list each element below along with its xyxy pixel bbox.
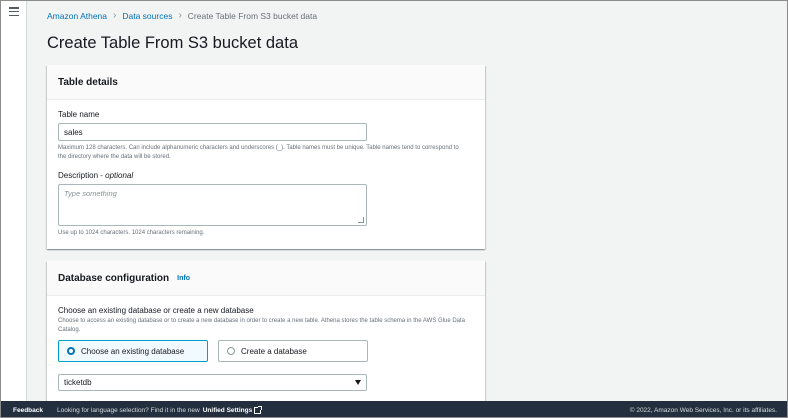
language-prompt: Looking for language selection? Find it … xyxy=(57,406,200,414)
table-details-panel: Table details Table name sales Maximum 1… xyxy=(47,65,485,249)
optional-tag: optional xyxy=(105,171,134,180)
database-select-value: ticketdb xyxy=(64,378,92,387)
resize-handle-icon[interactable] xyxy=(358,217,364,223)
database-select[interactable]: ticketdb xyxy=(58,374,367,391)
table-details-title: Table details xyxy=(58,76,118,88)
table-name-input[interactable]: sales xyxy=(58,123,367,141)
breadcrumb-athena[interactable]: Amazon Athena xyxy=(47,11,107,21)
table-name-hint: Maximum 128 characters. Can include alph… xyxy=(58,145,459,160)
chevron-right-icon: › xyxy=(178,10,182,21)
database-choice-group: Choose an existing database Create a dat… xyxy=(58,340,474,362)
main-content: Amazon Athena › Data sources › Create Ta… xyxy=(28,1,787,401)
chevron-right-icon: › xyxy=(113,10,117,21)
database-config-header: Database configuration Info xyxy=(47,261,485,296)
database-config-body: Choose an existing database or create a … xyxy=(47,296,485,401)
option-create-database[interactable]: Create a database xyxy=(218,340,368,362)
description-textarea[interactable]: Type something xyxy=(58,184,367,226)
side-navigation-rail xyxy=(1,1,27,401)
option-existing-label: Choose an existing database xyxy=(81,346,185,356)
radio-unselected-icon xyxy=(227,347,235,355)
table-details-header: Table details xyxy=(47,65,485,100)
feedback-link[interactable]: Feedback xyxy=(13,407,43,414)
radio-selected-icon xyxy=(67,347,75,355)
option-existing-database[interactable]: Choose an existing database xyxy=(58,340,208,362)
breadcrumb-data-sources[interactable]: Data sources xyxy=(122,11,172,21)
page-title: Create Table From S3 bucket data xyxy=(47,34,298,52)
choose-database-label: Choose an existing database or create a … xyxy=(58,306,254,315)
option-create-label: Create a database xyxy=(241,346,307,356)
external-link-icon xyxy=(254,405,263,414)
breadcrumb: Amazon Athena › Data sources › Create Ta… xyxy=(47,10,318,22)
table-details-body: Table name sales Maximum 128 characters.… xyxy=(47,100,485,248)
copyright: © 2022, Amazon Web Services, Inc. or its… xyxy=(629,406,777,414)
menu-icon[interactable] xyxy=(9,7,19,16)
console-footer: Feedback Looking for language selection?… xyxy=(1,401,787,417)
description-hint: Use up to 1024 characters. 1024 characte… xyxy=(58,230,205,236)
breadcrumb-current: Create Table From S3 bucket data xyxy=(187,11,318,21)
caret-down-icon xyxy=(355,380,361,385)
table-name-label: Table name xyxy=(58,110,100,119)
database-config-title: Database configuration xyxy=(58,272,170,284)
description-label-text: Description - xyxy=(58,171,106,180)
database-config-panel: Database configuration Info Choose an ex… xyxy=(47,261,485,401)
choose-database-hint: Choose to access an existing database or… xyxy=(58,318,466,333)
description-label: Description - optional xyxy=(58,171,474,180)
unified-settings-link[interactable]: Unified Settings xyxy=(202,405,263,414)
app-frame: Amazon Athena › Data sources › Create Ta… xyxy=(0,0,788,418)
unified-settings-label: Unified Settings xyxy=(202,406,253,414)
info-link[interactable]: Info xyxy=(177,275,190,282)
description-placeholder: Type something xyxy=(64,189,117,198)
